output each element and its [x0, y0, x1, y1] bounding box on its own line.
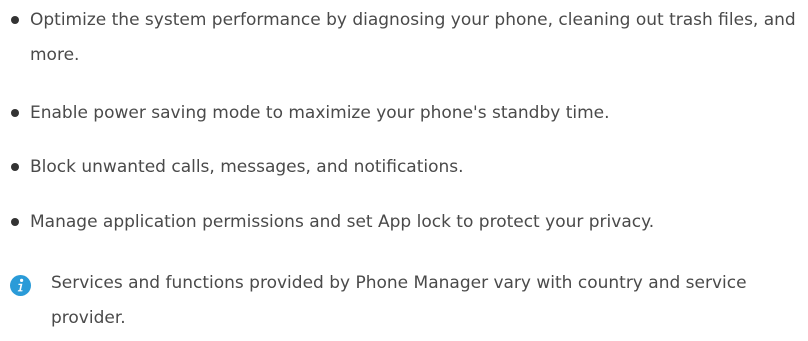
bullet-point — [11, 16, 19, 24]
bullet-point — [11, 163, 19, 171]
list-item-text: Optimize the system performance by diagn… — [30, 10, 796, 65]
list-item-text: Manage application permissions and set A… — [30, 212, 655, 232]
bullet-point — [11, 109, 19, 117]
list-item-text: Enable power saving mode to maximize you… — [30, 103, 610, 123]
list-item-text: Block unwanted calls, messages, and noti… — [30, 157, 464, 177]
info-icon — [10, 275, 31, 296]
bullet-point — [11, 218, 19, 226]
note-text: Services and functions provided by Phone… — [51, 273, 747, 328]
document-body: Optimize the system performance by diagn… — [0, 0, 808, 341]
